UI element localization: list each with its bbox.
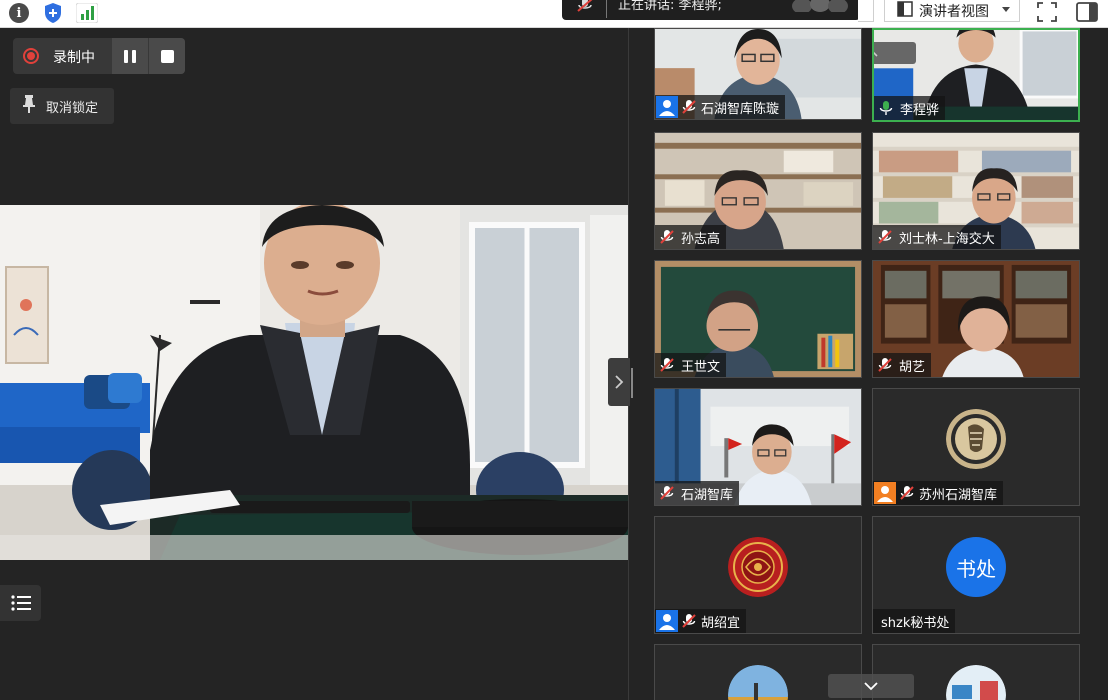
participant-name: shzk秘书处	[881, 615, 950, 631]
speaker-view-icon	[897, 0, 913, 21]
participant-tile[interactable]: 刘士林-上海交大	[872, 132, 1080, 250]
user-icon	[655, 609, 679, 633]
participant-tile[interactable]: 石湖智库陈璇	[654, 28, 862, 120]
muted-mic-icon	[679, 95, 699, 119]
participant-namebar: 刘士林-上海交大	[873, 225, 1001, 249]
muted-mic-icon	[897, 481, 917, 505]
collapse-gallery-button[interactable]	[608, 358, 630, 406]
participant-name: 孙志高	[681, 231, 721, 247]
main-speaker-video	[0, 205, 628, 560]
chevron-right-icon	[615, 375, 624, 389]
user-icon	[655, 95, 679, 119]
muted-mic-icon	[679, 609, 699, 633]
participant-name: 石湖智库	[681, 487, 734, 503]
recording-controls: 录制中	[13, 38, 185, 74]
top-toolbar: i 正在讲话: 李程骅; 演讲者视图	[0, 0, 1108, 28]
network-signal-icon[interactable]	[76, 2, 98, 24]
participant-namebar: shzk秘书处	[873, 609, 956, 633]
participant-gallery: 石湖智库陈璇 李程骅 孙志高 刘士林-上海交大 王世文 胡艺 石湖智库 苏州石湖…	[644, 28, 1094, 700]
active-speaker-banner: 正在讲话: 李程骅;	[562, 0, 860, 20]
participant-list-button[interactable]	[0, 585, 41, 621]
muted-mic-icon	[873, 353, 897, 377]
participant-name: 石湖智库陈璇	[701, 101, 780, 117]
participant-tile[interactable]: 孙志高	[654, 132, 862, 250]
muted-mic-icon	[873, 225, 897, 249]
separator	[606, 0, 607, 18]
recording-label: 录制中	[53, 50, 95, 66]
muted-mic-icon	[655, 481, 679, 505]
audio-wave-icon	[790, 0, 850, 16]
muted-mic-icon	[576, 0, 594, 18]
participant-namebar: 苏州石湖智库	[873, 481, 1004, 505]
resize-grip[interactable]	[631, 368, 633, 398]
text-avatar: 书处	[946, 537, 1006, 597]
participant-name: 刘士林-上海交大	[899, 231, 995, 247]
participant-tile[interactable]: 苏州石湖智库	[872, 388, 1080, 506]
participant-namebar: 王世文	[655, 353, 727, 377]
landscape-avatar-image	[728, 665, 788, 700]
participant-namebar: 石湖智库	[655, 481, 740, 505]
unpin-button[interactable]: 取消锁定	[10, 88, 114, 124]
gallery-scroll-up-button[interactable]	[874, 42, 916, 64]
muted-mic-icon	[655, 225, 679, 249]
participant-name: 李程骅	[900, 102, 940, 118]
participant-name: 胡艺	[899, 359, 926, 375]
speaker-view-dropdown[interactable]: 演讲者视图	[884, 0, 1020, 22]
participant-name: 胡绍宜	[701, 615, 741, 631]
coin-avatar-image	[946, 409, 1006, 469]
main-stage: 录制中 取消锁定	[0, 28, 628, 700]
user-orange-icon	[873, 481, 897, 505]
pin-icon	[22, 95, 36, 117]
speaking-text: 正在讲话: 李程骅;	[618, 0, 722, 13]
chevron-down-icon	[864, 681, 878, 690]
sidebar-toggle-icon[interactable]	[1075, 1, 1099, 27]
info-icon[interactable]: i	[8, 2, 30, 24]
participant-name: 王世文	[681, 359, 721, 375]
participant-tile-speaking[interactable]: 李程骅	[872, 28, 1080, 122]
fullscreen-icon[interactable]	[1036, 1, 1058, 27]
participant-tile[interactable]: 胡艺	[872, 260, 1080, 378]
stop-recording-button[interactable]	[149, 38, 185, 74]
chevron-down-icon	[1002, 7, 1010, 12]
participant-tile[interactable]: 王世文	[654, 260, 862, 378]
pattern-avatar-image	[728, 537, 788, 597]
pause-recording-button[interactable]	[112, 38, 148, 74]
participant-namebar: 胡绍宜	[655, 609, 747, 633]
gallery-scroll-down-button[interactable]	[828, 674, 914, 698]
participant-tile[interactable]: 胡绍宜	[654, 516, 862, 634]
participant-name: 苏州石湖智库	[919, 487, 998, 503]
participant-namebar: 李程骅	[874, 96, 946, 120]
participant-namebar: 胡艺	[873, 353, 932, 377]
participant-namebar: 孙志高	[655, 225, 727, 249]
unpin-label: 取消锁定	[46, 100, 99, 116]
chevron-up-icon	[874, 51, 878, 57]
shield-icon[interactable]	[42, 2, 64, 24]
participant-tile[interactable]: 石湖智库	[654, 388, 862, 506]
participant-namebar: 石湖智库陈璇	[655, 95, 786, 119]
list-icon	[10, 595, 31, 611]
muted-mic-icon	[655, 353, 679, 377]
photo-avatar-image	[946, 665, 1006, 700]
active-mic-icon	[874, 96, 898, 120]
participant-tile[interactable]: 书处 shzk秘书处	[872, 516, 1080, 634]
record-indicator-icon	[23, 48, 39, 64]
view-label: 演讲者视图	[919, 3, 989, 20]
toolbar-spacer	[858, 0, 874, 22]
